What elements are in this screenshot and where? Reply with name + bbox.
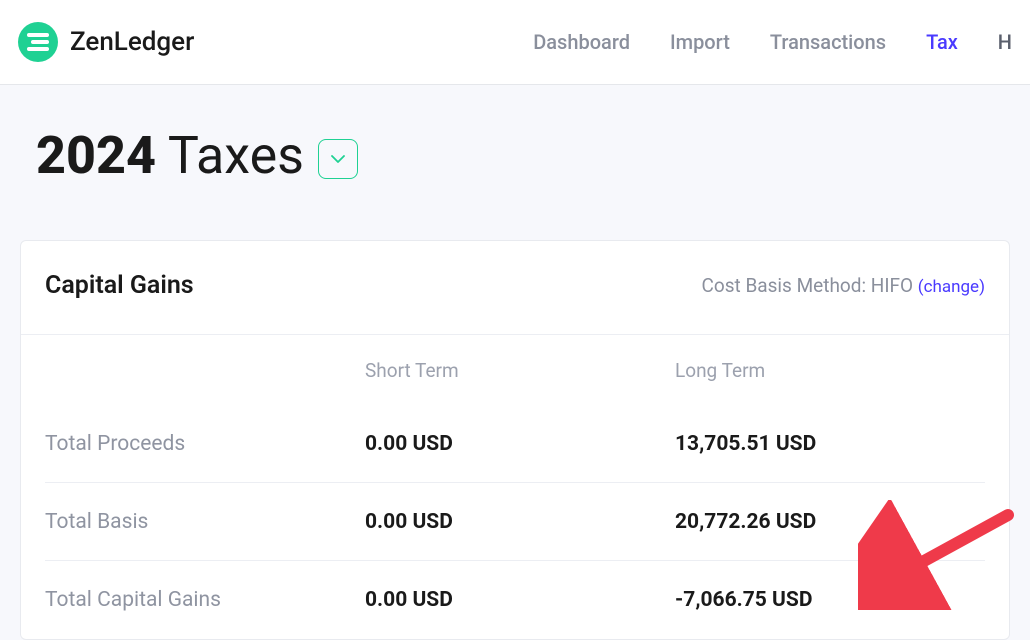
table-row: Total Basis 0.00 USD 20,772.26 USD — [45, 483, 985, 561]
nav-import[interactable]: Import — [670, 30, 730, 54]
year-dropdown-button[interactable] — [318, 139, 358, 179]
main-nav: Dashboard Import Transactions Tax H — [533, 30, 1012, 54]
gains-short: 0.00 USD — [365, 588, 675, 612]
nav-tax[interactable]: Tax — [926, 30, 958, 54]
row-label-basis: Total Basis — [45, 510, 365, 534]
proceeds-short: 0.00 USD — [365, 432, 675, 456]
change-cost-basis-link[interactable]: (change) — [918, 277, 985, 297]
col-long-term: Long Term — [675, 359, 985, 382]
cost-basis-method: Cost Basis Method: HIFO (change) — [702, 274, 985, 297]
basis-short: 0.00 USD — [365, 510, 675, 534]
basis-long: 20,772.26 USD — [675, 510, 985, 534]
card-header: Capital Gains Cost Basis Method: HIFO (c… — [21, 241, 1009, 335]
top-header: ZenLedger Dashboard Import Transactions … — [0, 0, 1030, 85]
card-title: Capital Gains — [45, 271, 194, 300]
cost-basis-label: Cost Basis Method: — [702, 274, 871, 297]
gains-long: -7,066.75 USD — [675, 588, 985, 612]
gains-table: Short Term Long Term Total Proceeds 0.00… — [21, 335, 1009, 639]
row-label-capital-gains: Total Capital Gains — [45, 588, 365, 612]
page-content: 2024 Taxes Capital Gains Cost Basis Meth… — [0, 85, 1030, 640]
logo-icon — [18, 22, 58, 62]
row-label-proceeds: Total Proceeds — [45, 432, 365, 456]
brand-name: ZenLedger — [70, 27, 194, 57]
page-title: 2024 Taxes — [36, 125, 304, 186]
table-row: Total Capital Gains 0.00 USD -7,066.75 U… — [45, 561, 985, 639]
chevron-down-icon — [331, 155, 345, 163]
cost-basis-value: HIFO — [871, 274, 913, 297]
proceeds-long: 13,705.51 USD — [675, 432, 985, 456]
title-suffix: Taxes — [156, 125, 304, 186]
table-header-row: Short Term Long Term — [45, 335, 985, 405]
page-title-row: 2024 Taxes — [18, 125, 1012, 186]
nav-dashboard[interactable]: Dashboard — [533, 30, 630, 54]
nav-partial[interactable]: H — [998, 30, 1012, 54]
nav-transactions[interactable]: Transactions — [770, 30, 886, 54]
col-short-term: Short Term — [365, 359, 675, 382]
brand-logo[interactable]: ZenLedger — [18, 22, 194, 62]
tax-year: 2024 — [36, 125, 156, 186]
capital-gains-card: Capital Gains Cost Basis Method: HIFO (c… — [20, 240, 1010, 640]
table-row: Total Proceeds 0.00 USD 13,705.51 USD — [45, 405, 985, 483]
